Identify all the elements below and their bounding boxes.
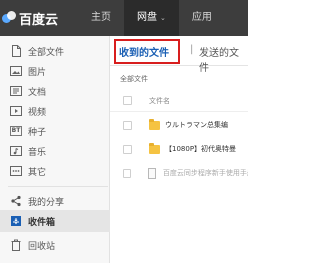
- share-icon: [10, 195, 22, 207]
- nav-netdisk[interactable]: 网盘 ⌄: [124, 0, 179, 36]
- breadcrumb[interactable]: 全部文件: [120, 74, 148, 84]
- table-header: 文件名: [110, 90, 248, 112]
- sidebar-item-my-shares[interactable]: 我的分享: [0, 190, 110, 212]
- sidebar-item-label: 收件箱: [28, 217, 56, 228]
- sidebar-item-label: 音乐: [28, 147, 47, 158]
- sidebar-item-label: 全部文件: [28, 47, 65, 58]
- sidebar-item-documents[interactable]: 文档: [0, 80, 110, 102]
- cloud-logo-icon: [2, 11, 16, 25]
- sidebar-item-label: 回收站: [28, 241, 56, 252]
- page-icon: [10, 45, 22, 57]
- bt-icon: BT: [9, 126, 23, 136]
- sidebar-item-torrents[interactable]: BT 种子: [0, 120, 110, 142]
- top-nav: 主页 网盘 ⌄ 应用: [78, 0, 225, 36]
- more-icon: [10, 165, 22, 177]
- sidebar-item-label: 我的分享: [28, 197, 65, 208]
- file-name[interactable]: ウルトラマン总集编: [165, 120, 228, 130]
- image-icon: [10, 65, 22, 77]
- table-row[interactable]: 百度云同步程序新手使用手册.m: [110, 162, 248, 184]
- table-row[interactable]: ウルトラマン总集编: [110, 114, 248, 136]
- sidebar-item-label: 其它: [28, 167, 47, 178]
- trash-icon: [10, 239, 22, 251]
- tab-divider: |: [190, 44, 194, 55]
- top-bar: 百度云 主页 网盘 ⌄ 应用: [0, 0, 248, 36]
- table-row[interactable]: 【1080P】初代奥特曼: [110, 138, 248, 160]
- nav-apps[interactable]: 应用: [179, 0, 225, 36]
- column-header-name[interactable]: 文件名: [149, 96, 170, 106]
- file-name[interactable]: 百度云同步程序新手使用手册.m: [163, 168, 248, 178]
- highlight-box: [114, 39, 180, 64]
- sidebar-item-music[interactable]: 音乐: [0, 140, 110, 162]
- main-content: 收到的文件 | 发送的文件 全部文件 文件名 ウルトラマン总集编 【1080P】…: [110, 36, 248, 263]
- file-name[interactable]: 【1080P】初代奥特曼: [165, 144, 236, 154]
- sidebar-divider: [8, 186, 108, 187]
- music-icon: [10, 145, 22, 157]
- sidebar-item-label: 文档: [28, 87, 47, 98]
- sidebar-item-recycle-bin[interactable]: 回收站: [0, 234, 110, 256]
- file-tabs: 收到的文件 | 发送的文件: [110, 36, 248, 74]
- sidebar-item-other[interactable]: 其它: [0, 160, 110, 182]
- tab-sent-files[interactable]: 发送的文件: [199, 44, 248, 74]
- sidebar-item-label: 视频: [28, 107, 47, 118]
- sidebar-item-images[interactable]: 图片: [0, 60, 110, 82]
- nav-home[interactable]: 主页: [78, 0, 124, 36]
- logo[interactable]: 百度云: [2, 8, 58, 28]
- chevron-down-icon: ⌄: [160, 14, 166, 22]
- sidebar-item-inbox[interactable]: 收件箱: [0, 210, 110, 232]
- folder-icon: [149, 142, 160, 154]
- row-checkbox[interactable]: [123, 144, 132, 154]
- inbox-icon: [10, 215, 22, 227]
- row-checkbox[interactable]: [123, 168, 131, 178]
- row-checkbox[interactable]: [123, 120, 132, 130]
- sidebar-item-all-files[interactable]: 全部文件: [0, 40, 110, 62]
- file-icon: [147, 167, 156, 179]
- folder-icon: [149, 118, 160, 130]
- select-all-checkbox[interactable]: [123, 96, 132, 105]
- sidebar-item-label: 种子: [28, 127, 47, 138]
- document-icon: [10, 85, 22, 97]
- video-icon: [10, 105, 22, 117]
- sidebar-item-label: 图片: [28, 67, 47, 78]
- sidebar: 全部文件 图片 文档 视频 BT 种子 音乐 其它 我的分享 收件箱 回收站: [0, 36, 110, 263]
- sidebar-item-videos[interactable]: 视频: [0, 100, 110, 122]
- logo-text: 百度云: [19, 12, 59, 28]
